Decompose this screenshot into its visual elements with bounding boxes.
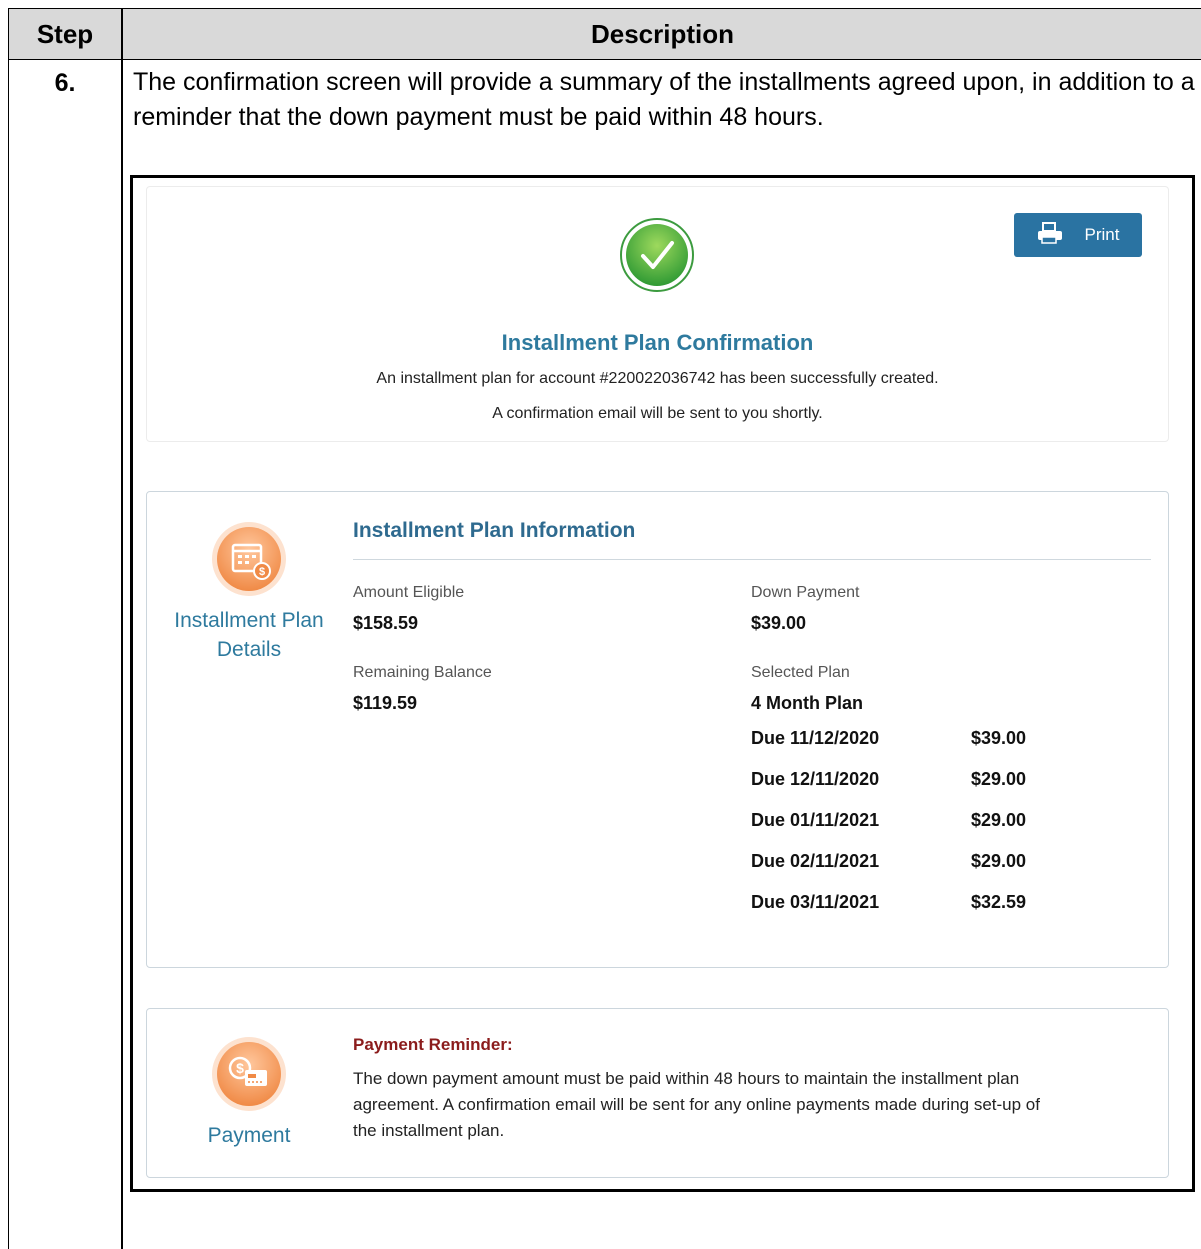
header-step: Step	[36, 19, 94, 49]
confirmation-title: Installment Plan Confirmation	[501, 330, 814, 355]
printer-icon	[1037, 221, 1063, 249]
selected-plan-value: 4 Month Plan	[751, 693, 863, 713]
amount-eligible-value: $158.59	[353, 613, 419, 633]
schedule-amount: $29.00	[971, 851, 1027, 871]
payment-reminder-text: The down payment amount must be paid wit…	[353, 1069, 1040, 1140]
payment-reminder-title: Payment Reminder:	[353, 1035, 513, 1054]
confirmation-card: Print Installment Plan Confirmation An i…	[146, 186, 1169, 442]
divider	[353, 559, 1151, 560]
down-payment-label: Down Payment	[751, 584, 860, 601]
header-description: Description	[590, 19, 735, 49]
calendar-dollar-icon: $	[211, 521, 287, 597]
schedule-due-date: Due 11/12/2020	[751, 728, 880, 748]
svg-text:$: $	[259, 566, 265, 578]
svg-text:$: $	[236, 1060, 244, 1076]
installment-info-title: Installment Plan Information	[353, 519, 636, 542]
step-number: 6.	[54, 69, 76, 97]
installment-info-card: $ Installment Plan Details Installment P…	[146, 491, 1169, 968]
dollar-card-icon: $	[211, 1036, 287, 1112]
embedded-screenshot: Print Installment Plan Confirmation An i…	[130, 175, 1195, 1192]
schedule-due-date: Due 03/11/2021	[751, 892, 880, 912]
schedule-amount: $39.00	[971, 728, 1027, 748]
step-description: The confirmation screen will provide a s…	[133, 68, 1195, 131]
schedule-amount: $29.00	[971, 810, 1027, 830]
remaining-balance-label: Remaining Balance	[353, 664, 492, 681]
amount-eligible-label: Amount Eligible	[353, 584, 465, 601]
installment-plan-details-label: Installment Plan Details	[174, 609, 324, 661]
schedule-amount: $29.00	[971, 769, 1027, 789]
checkmark-icon	[619, 217, 695, 293]
remaining-balance-value: $119.59	[353, 693, 418, 713]
confirmation-message: An installment plan for account #2200220…	[376, 370, 939, 387]
schedule-due-date: Due 02/11/2021	[751, 851, 880, 871]
selected-plan-label: Selected Plan	[751, 664, 850, 681]
schedule-due-date: Due 12/11/2020	[751, 769, 880, 789]
print-label: Print	[1084, 225, 1120, 244]
payment-label: Payment	[207, 1124, 291, 1147]
schedule-due-date: Due 01/11/2021	[751, 810, 880, 830]
schedule-amount: $32.59	[971, 892, 1027, 912]
confirmation-email-note: A confirmation email will be sent to you…	[492, 405, 823, 422]
payment-reminder-card: $ Payment Payment Reminder: The down pay…	[146, 1008, 1169, 1178]
down-payment-value: $39.00	[751, 613, 807, 633]
print-button[interactable]: Print	[1014, 213, 1142, 257]
column-divider	[121, 9, 123, 1249]
